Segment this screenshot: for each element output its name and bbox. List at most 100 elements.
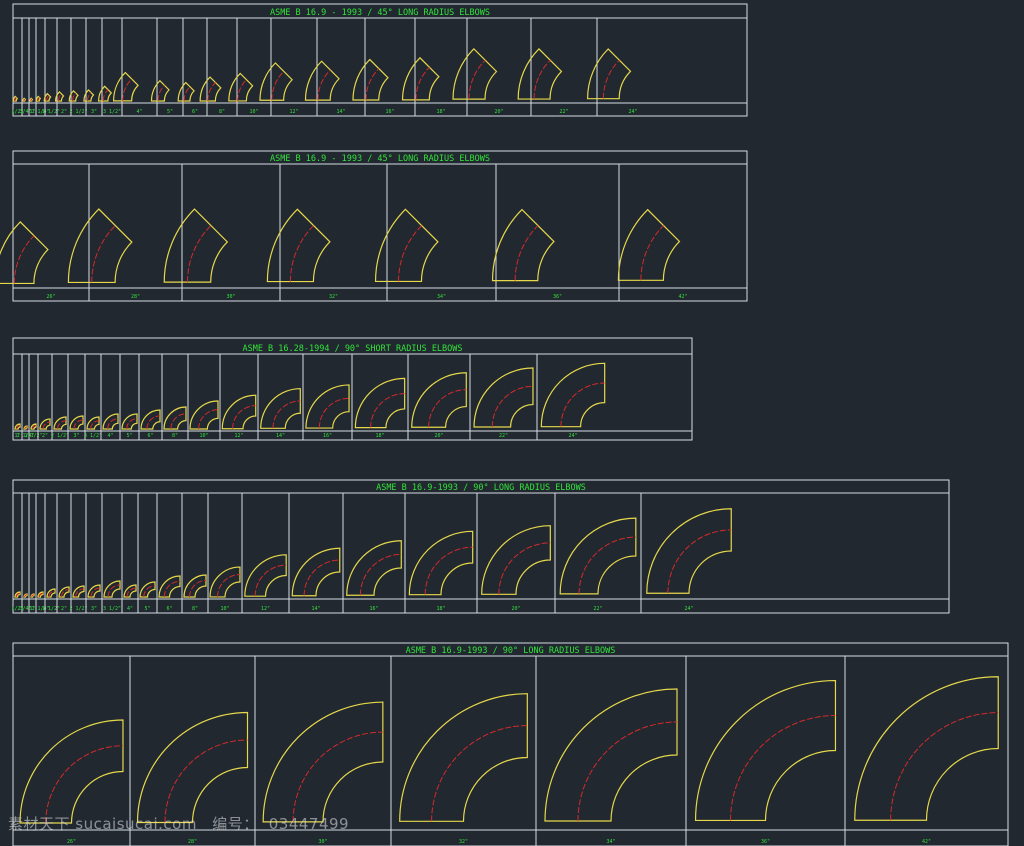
elbow-centerline [164, 739, 248, 823]
size-label: 24" [684, 606, 693, 612]
elbow-centerline [272, 400, 301, 429]
elbow-outline [228, 72, 254, 102]
elbow-centerline [428, 389, 467, 428]
size-label: 8" [172, 433, 178, 439]
elbow-cell: 20" [452, 48, 504, 115]
elbow-cell: 2" [39, 418, 51, 439]
elbow-outline [221, 394, 257, 430]
elbow-outline [346, 540, 402, 596]
size-label: 18" [375, 433, 384, 439]
elbow-cell: 34" [374, 208, 446, 300]
size-label: 34" [437, 294, 446, 300]
elbow-outline [158, 575, 181, 598]
elbow-table: ASME B 16.9 - 1993 / 45° LONG RADIUS ELB… [0, 150, 748, 302]
elbow-cell: 18" [408, 530, 474, 612]
elbow-centerline [667, 529, 732, 594]
size-label: 14" [276, 433, 285, 439]
elbow-centerline [318, 397, 350, 429]
size-label: 28" [131, 294, 140, 300]
elbow-outline [97, 85, 113, 102]
elbow-centerline [560, 382, 605, 427]
elbow-table: ASME B 16.28-1994 / 90° SHORT RADIUS ELB… [12, 337, 693, 441]
size-label: 20" [434, 433, 443, 439]
watermark: 素材天下 sucaisucai.com 编号： 03447499 [8, 813, 359, 834]
elbow-cell: 3 1/2" [103, 580, 121, 612]
elbow-cell: 34" [544, 688, 678, 845]
watermark-id-label: 编号： [212, 815, 259, 833]
elbow-centerline [271, 71, 285, 101]
elbow-cell: 4" [102, 413, 119, 439]
elbow-cell: 20" [411, 372, 467, 439]
elbow-centerline [102, 89, 109, 102]
elbow-cell: 12" [244, 554, 287, 612]
size-label: 22" [559, 109, 568, 115]
size-label: 22" [593, 606, 602, 612]
size-label: 12" [261, 606, 270, 612]
size-label: 42" [922, 839, 931, 845]
elbow-cell: 22" [473, 367, 534, 439]
size-label: 3" [91, 606, 97, 612]
elbow-centerline [186, 225, 212, 283]
elbow-cell: 32" [266, 208, 338, 300]
elbow-cell: 8" [183, 574, 207, 612]
table-frame [12, 479, 950, 614]
size-label: 22" [499, 433, 508, 439]
elbow-outline [559, 517, 637, 595]
elbow-cell: 6" [140, 409, 161, 439]
size-label: 10" [199, 433, 208, 439]
elbow-centerline [533, 59, 551, 100]
elbow-centerline [163, 580, 181, 598]
size-label: 6" [147, 433, 153, 439]
elbow-outline [0, 221, 49, 285]
elbow-outline [103, 580, 121, 598]
elbow-centerline [602, 59, 620, 99]
elbow-centerline [317, 69, 331, 101]
size-label: 8" [219, 109, 225, 115]
elbow-outline [694, 679, 837, 822]
size-label: 42" [678, 294, 687, 300]
elbow-outline [646, 508, 732, 594]
elbow-centerline [13, 235, 35, 284]
elbow-cell: 30" [163, 208, 236, 300]
elbow-centerline [217, 574, 240, 597]
elbow-outline [112, 71, 139, 102]
size-label: 16" [385, 109, 394, 115]
elbow-outline [399, 693, 528, 822]
elbow-centerline [122, 78, 133, 101]
elbow-outline [183, 574, 207, 598]
elbow-cell: 5" [150, 79, 173, 115]
elbow-centerline [491, 385, 533, 427]
elbow-cell: 14" [304, 60, 346, 115]
elbow-centerline [577, 721, 678, 822]
elbow-cell: 6" [158, 575, 181, 612]
size-label: 3" [91, 109, 97, 115]
elbow-cell: 10" [189, 400, 219, 439]
size-label: 3 1/2" [103, 109, 121, 115]
size-label: 4" [127, 606, 133, 612]
table-title: ASME B 16.9 - 1993 / 45° LONG RADIUS ELB… [270, 154, 490, 164]
elbow-centerline [424, 546, 473, 595]
elbow-outline [86, 416, 100, 430]
elbow-centerline [640, 225, 664, 281]
elbow-centerline [207, 82, 216, 102]
elbow-outline [72, 585, 85, 598]
elbow-cell: 24" [586, 48, 638, 115]
size-label: 32" [459, 839, 468, 845]
elbow-cell: 24" [540, 362, 606, 439]
elbow-cell: 8" [163, 406, 187, 439]
size-label: 34" [606, 839, 615, 845]
elbow-centerline [415, 66, 430, 100]
elbow-outline [854, 676, 999, 821]
elbow-table: ASME B 16.9-1993 / 90° LONG RADIUS ELBOW… [11, 479, 950, 614]
elbow-centerline [189, 580, 207, 598]
size-label: 12" [234, 433, 243, 439]
table-title: ASME B 16.9-1993 / 90° LONG RADIUS ELBOW… [406, 646, 616, 656]
elbow-cell: 16" [352, 58, 395, 115]
size-label: 18" [436, 109, 445, 115]
size-label: 2" [61, 109, 67, 115]
cad-drawing-canvas: ASME B 16.9 - 1993 / 45° LONG RADIUS ELB… [0, 3, 1009, 846]
elbow-outline [408, 530, 474, 596]
elbow-cell: 42" [854, 676, 999, 845]
elbow-centerline [232, 405, 256, 429]
elbow-cell: 8" [199, 76, 225, 115]
